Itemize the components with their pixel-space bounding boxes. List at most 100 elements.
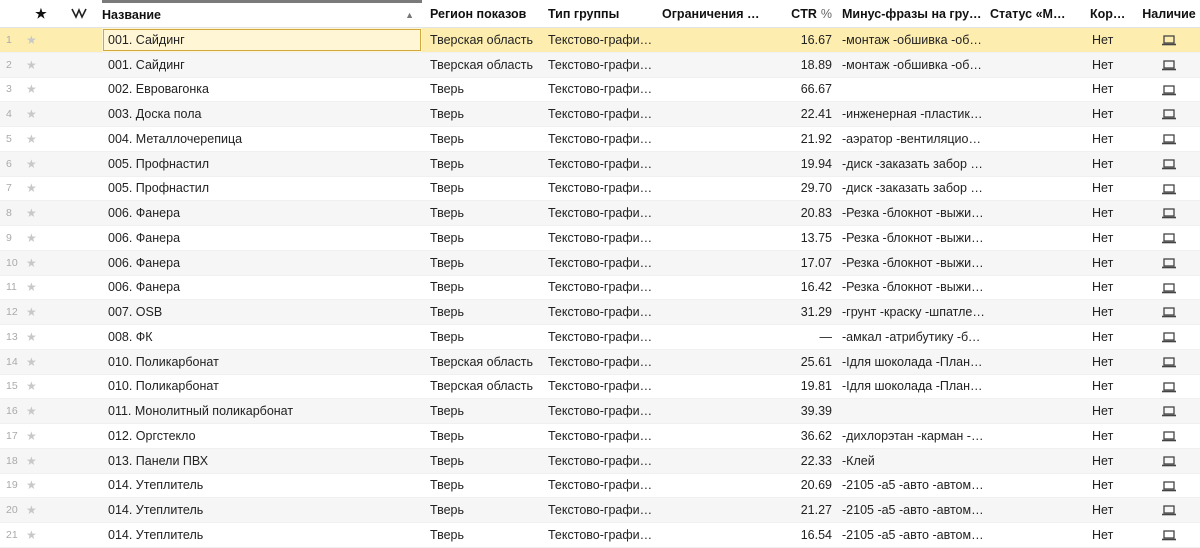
table-row[interactable]: 4 ★ 003. Доска пола Тверь Текстово-графич… 22… — [0, 101, 1200, 127]
group-name-cell[interactable]: 005. Профнастил — [102, 151, 422, 177]
table-row[interactable]: 6 ★ 005. Профнастил Тверь Текстово-графич… 19… — [0, 151, 1200, 177]
favorite-star-icon[interactable]: ★ — [26, 200, 56, 226]
column-header-minus-phrases[interactable]: Минус-фразы на гру… — [836, 1, 986, 28]
favorite-star-icon[interactable]: ★ — [26, 101, 56, 127]
column-header-ctr[interactable]: CTR% — [766, 1, 836, 28]
limits-cell — [656, 299, 766, 325]
status-cell — [986, 448, 1086, 474]
availability-cell[interactable] — [1138, 101, 1200, 127]
availability-cell[interactable] — [1138, 52, 1200, 78]
availability-cell[interactable] — [1138, 200, 1200, 226]
group-name-cell[interactable]: 005. Профнастил — [102, 176, 422, 202]
table-row[interactable]: 1 ★ 001. Сайдинг Тверская область Текстово-г… — [0, 27, 1200, 53]
table-row[interactable]: 21 ★ 014. Утеплитель Тверь Текстово-графич… 1… — [0, 522, 1200, 548]
availability-cell[interactable] — [1138, 522, 1200, 548]
column-header-basket[interactable]: Кор… — [1086, 1, 1138, 28]
group-name-cell[interactable]: 001. Сайдинг — [102, 27, 422, 53]
group-name-cell[interactable]: 001. Сайдинг — [102, 52, 422, 78]
group-name-cell[interactable]: 013. Панели ПВХ — [102, 448, 422, 474]
group-name-cell[interactable]: 010. Поликарбонат — [102, 349, 422, 375]
group-type-cell: Текстово-графич… — [540, 448, 656, 474]
favorite-star-icon[interactable]: ★ — [26, 349, 56, 375]
favorite-star-icon[interactable]: ★ — [26, 374, 56, 400]
favorite-star-icon[interactable]: ★ — [26, 423, 56, 449]
favorite-star-icon[interactable]: ★ — [26, 473, 56, 499]
favorite-star-icon[interactable]: ★ — [26, 126, 56, 152]
column-header-status[interactable]: Статус «М… — [986, 1, 1086, 28]
favorite-star-icon[interactable]: ★ — [26, 522, 56, 548]
row-number: 4 — [0, 101, 26, 127]
table-row[interactable]: 9 ★ 006. Фанера Тверь Текстово-графич… 13.75-… — [0, 225, 1200, 251]
availability-cell[interactable] — [1138, 225, 1200, 251]
split-column-header[interactable] — [56, 1, 102, 28]
column-header-group-type[interactable]: Тип группы — [540, 1, 656, 28]
group-name-cell[interactable]: 008. ФК — [102, 324, 422, 350]
group-name-cell[interactable]: 002. Евровагонка — [102, 77, 422, 103]
favorite-star-icon[interactable]: ★ — [26, 225, 56, 251]
availability-cell[interactable] — [1138, 374, 1200, 400]
group-name-cell[interactable]: 012. Оргстекло — [102, 423, 422, 449]
table-row[interactable]: 19 ★ 014. Утеплитель Тверь Текстово-графич… 2… — [0, 473, 1200, 499]
availability-cell[interactable] — [1138, 275, 1200, 301]
table-row[interactable]: 17 ★ 012. Оргстекло Тверь Текстово-графич… 36… — [0, 423, 1200, 449]
group-name-cell[interactable]: 004. Металлочерепица — [102, 126, 422, 152]
table-row[interactable]: 2 ★ 001. Сайдинг Тверская область Текстово-г… — [0, 52, 1200, 78]
group-name-cell[interactable]: 006. Фанера — [102, 250, 422, 276]
table-row[interactable]: 18 ★ 013. Панели ПВХ Тверь Текстово-графич… 2… — [0, 448, 1200, 474]
availability-cell[interactable] — [1138, 27, 1200, 53]
group-name-cell[interactable]: 007. OSB — [102, 299, 422, 325]
favorite-star-icon[interactable]: ★ — [26, 52, 56, 78]
group-name-cell[interactable]: 011. Монолитный поликарбонат — [102, 398, 422, 424]
favorite-star-icon[interactable]: ★ — [26, 275, 56, 301]
favorite-star-icon[interactable]: ★ — [26, 27, 56, 53]
table-row[interactable]: 20 ★ 014. Утеплитель Тверь Текстово-графич… 2… — [0, 497, 1200, 523]
basket-cell: Нет — [1086, 374, 1138, 400]
table-row[interactable]: 13 ★ 008. ФК Тверь Текстово-графич… — -амкал -… — [0, 324, 1200, 350]
favorite-star-icon[interactable]: ★ — [26, 151, 56, 177]
column-header-availability[interactable]: Наличие — [1138, 1, 1200, 28]
column-header-limits[interactable]: Ограничения в… — [656, 1, 766, 28]
favorite-star-icon[interactable]: ★ — [26, 324, 56, 350]
group-name-cell[interactable]: 003. Доска пола — [102, 101, 422, 127]
table-row[interactable]: 11 ★ 006. Фанера Тверь Текстово-графич… 16.42… — [0, 275, 1200, 301]
group-name-cell[interactable]: 014. Утеплитель — [102, 522, 422, 548]
availability-cell[interactable] — [1138, 151, 1200, 177]
favorite-star-icon[interactable]: ★ — [26, 497, 56, 523]
availability-cell[interactable] — [1138, 176, 1200, 202]
column-header-region[interactable]: Регион показов — [422, 1, 540, 28]
favorite-star-icon[interactable]: ★ — [26, 176, 56, 202]
group-name-cell[interactable]: 006. Фанера — [102, 275, 422, 301]
availability-cell[interactable] — [1138, 398, 1200, 424]
favorite-column-header[interactable]: ★ — [26, 1, 56, 28]
table-row[interactable]: 16 ★ 011. Монолитный поликарбонат Тверь Текс… — [0, 398, 1200, 424]
availability-cell[interactable] — [1138, 349, 1200, 375]
table-row[interactable]: 15 ★ 010. Поликарбонат Тверская область Текс… — [0, 374, 1200, 400]
table-row[interactable]: 3 ★ 002. Евровагонка Тверь Текстово-графич… 6… — [0, 77, 1200, 103]
group-name-cell[interactable]: 014. Утеплитель — [102, 497, 422, 523]
availability-cell[interactable] — [1138, 448, 1200, 474]
table-row[interactable]: 14 ★ 010. Поликарбонат Тверская область Текс… — [0, 349, 1200, 375]
table-row[interactable]: 5 ★ 004. Металлочерепица Тверь Текстово-граф… — [0, 126, 1200, 152]
availability-cell[interactable] — [1138, 423, 1200, 449]
availability-cell[interactable] — [1138, 324, 1200, 350]
table-row[interactable]: 8 ★ 006. Фанера Тверь Текстово-графич… 20.83-… — [0, 200, 1200, 226]
availability-cell[interactable] — [1138, 497, 1200, 523]
favorite-star-icon[interactable]: ★ — [26, 77, 56, 103]
availability-cell[interactable] — [1138, 77, 1200, 103]
availability-cell[interactable] — [1138, 473, 1200, 499]
column-header-name[interactable]: Название ▲ — [102, 0, 422, 28]
favorite-star-icon[interactable]: ★ — [26, 299, 56, 325]
table-row[interactable]: 12 ★ 007. OSB Тверь Текстово-графич… 31.29 -гр… — [0, 299, 1200, 325]
favorite-star-icon[interactable]: ★ — [26, 398, 56, 424]
favorite-star-icon[interactable]: ★ — [26, 250, 56, 276]
availability-cell[interactable] — [1138, 126, 1200, 152]
favorite-star-icon[interactable]: ★ — [26, 448, 56, 474]
table-row[interactable]: 7 ★ 005. Профнастил Тверь Текстово-графич… 29… — [0, 176, 1200, 202]
group-name-cell[interactable]: 006. Фанера — [102, 200, 422, 226]
availability-cell[interactable] — [1138, 250, 1200, 276]
availability-cell[interactable] — [1138, 299, 1200, 325]
table-row[interactable]: 10 ★ 006. Фанера Тверь Текстово-графич… 17.07… — [0, 250, 1200, 276]
group-name-cell[interactable]: 014. Утеплитель — [102, 473, 422, 499]
group-name-cell[interactable]: 006. Фанера — [102, 225, 422, 251]
group-name-cell[interactable]: 010. Поликарбонат — [102, 374, 422, 400]
